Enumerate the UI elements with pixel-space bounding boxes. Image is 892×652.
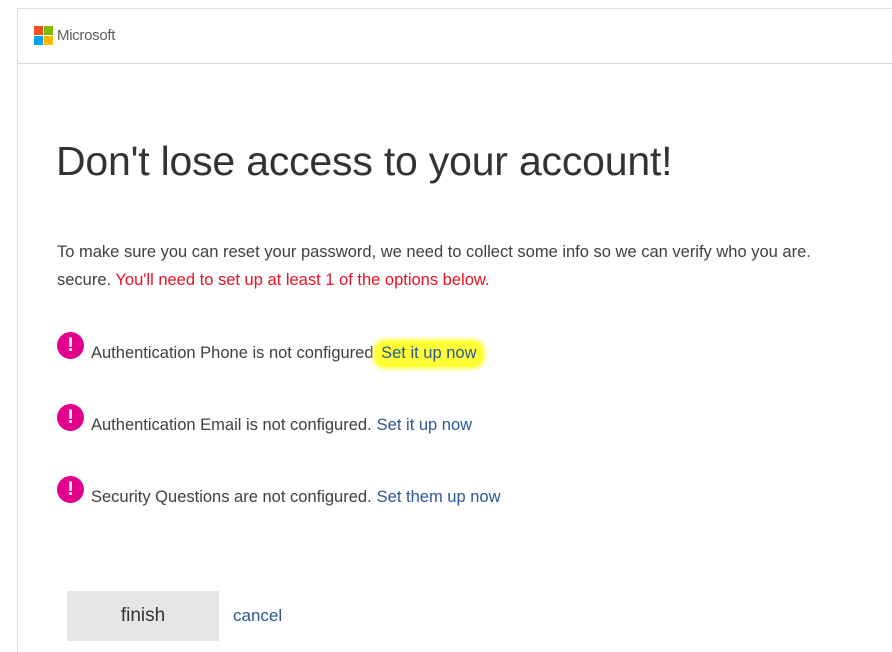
cancel-link[interactable]: cancel: [233, 606, 282, 626]
finish-button[interactable]: finish: [67, 591, 219, 641]
auth-email-status: Authentication Email is not configured.: [91, 416, 372, 434]
page: Microsoft Don't lose access to your acco…: [0, 0, 892, 652]
frame-left-border: [17, 8, 18, 652]
alert-icon: !: [57, 332, 84, 359]
auth-phone-status: Authentication Phone is not configured.: [91, 344, 379, 362]
microsoft-logo: Microsoft: [34, 26, 115, 45]
microsoft-logo-icon: [34, 26, 53, 45]
alert-icon: !: [57, 476, 84, 503]
security-questions-status: Security Questions are not configured.: [91, 488, 372, 506]
brand-name: Microsoft: [57, 27, 116, 44]
intro-line-2-prefix: secure.: [57, 271, 112, 289]
intro-line-1: To make sure you can reset your password…: [57, 243, 811, 261]
header: Microsoft: [18, 9, 892, 64]
alert-icon: !: [57, 404, 84, 431]
set-up-questions-link[interactable]: Set them up now: [377, 488, 501, 507]
page-title: Don't lose access to your account!: [56, 138, 673, 184]
set-up-email-link[interactable]: Set it up now: [377, 416, 472, 435]
auth-email-item: ! Authentication Email is not configured…: [57, 404, 472, 439]
security-questions-item: ! Security Questions are not configured.…: [57, 476, 501, 511]
auth-phone-item: ! Authentication Phone is not configured…: [57, 332, 483, 367]
intro-warning: You'll need to set up at least 1 of the …: [115, 271, 490, 289]
intro-text: To make sure you can reset your password…: [57, 238, 892, 294]
set-up-phone-link[interactable]: Set it up now: [375, 340, 483, 367]
intro-line-2: secure. You'll need to set up at least 1…: [57, 266, 892, 294]
